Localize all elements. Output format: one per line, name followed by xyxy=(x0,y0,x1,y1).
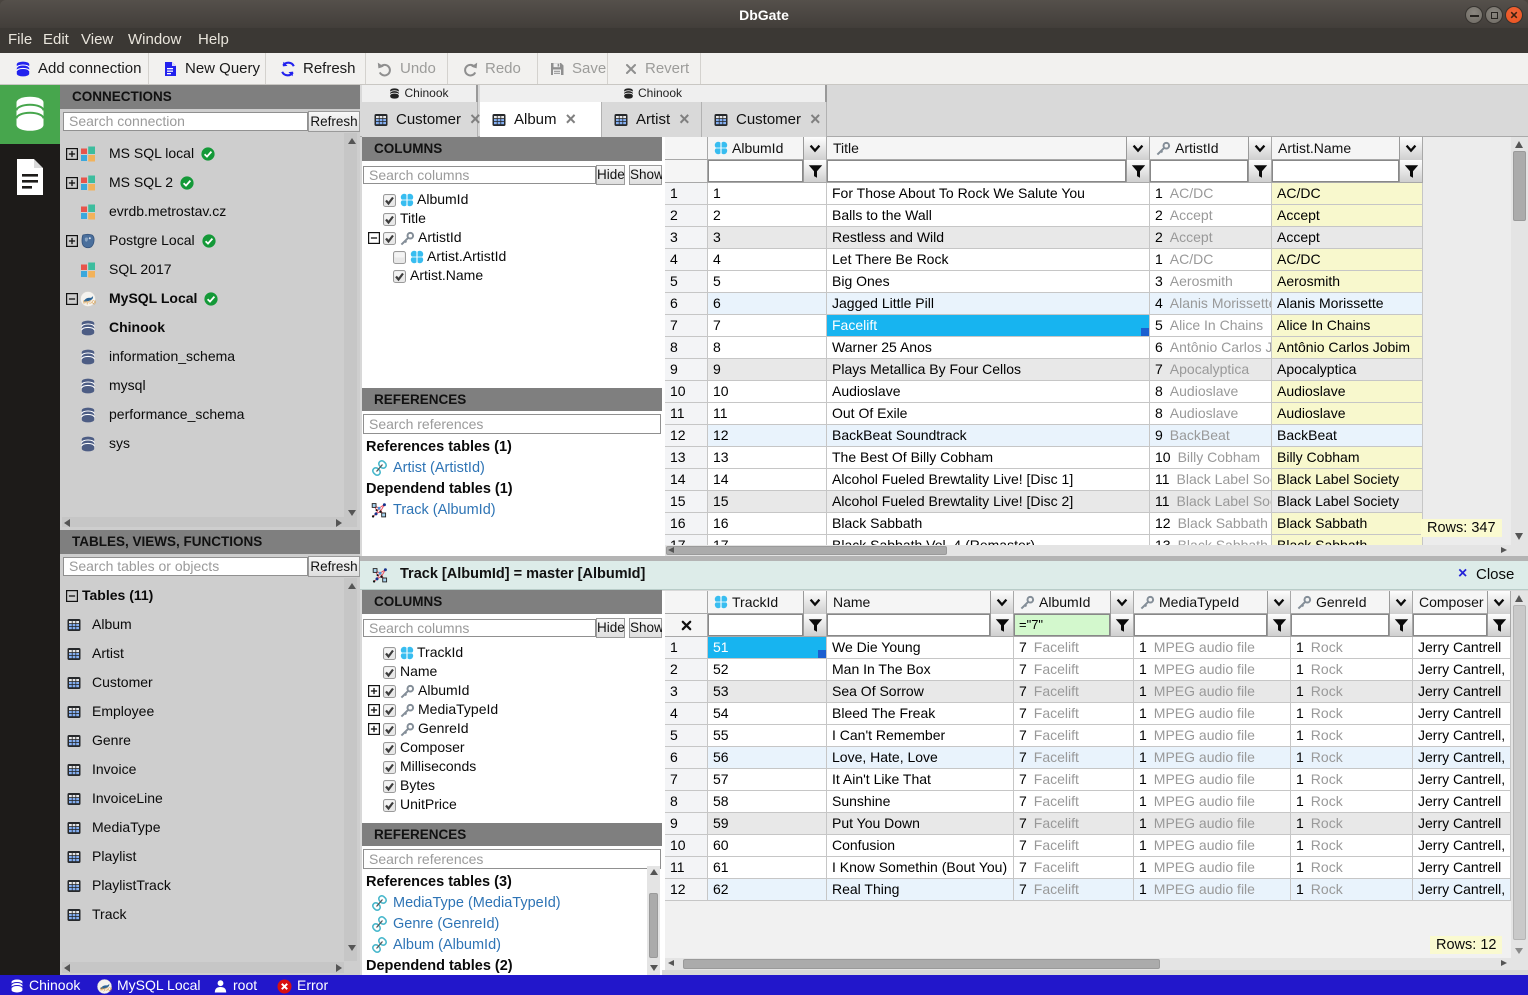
svg-text:MySQL: MySQL xyxy=(100,987,112,992)
svg-text:MySQL: MySQL xyxy=(83,300,96,305)
